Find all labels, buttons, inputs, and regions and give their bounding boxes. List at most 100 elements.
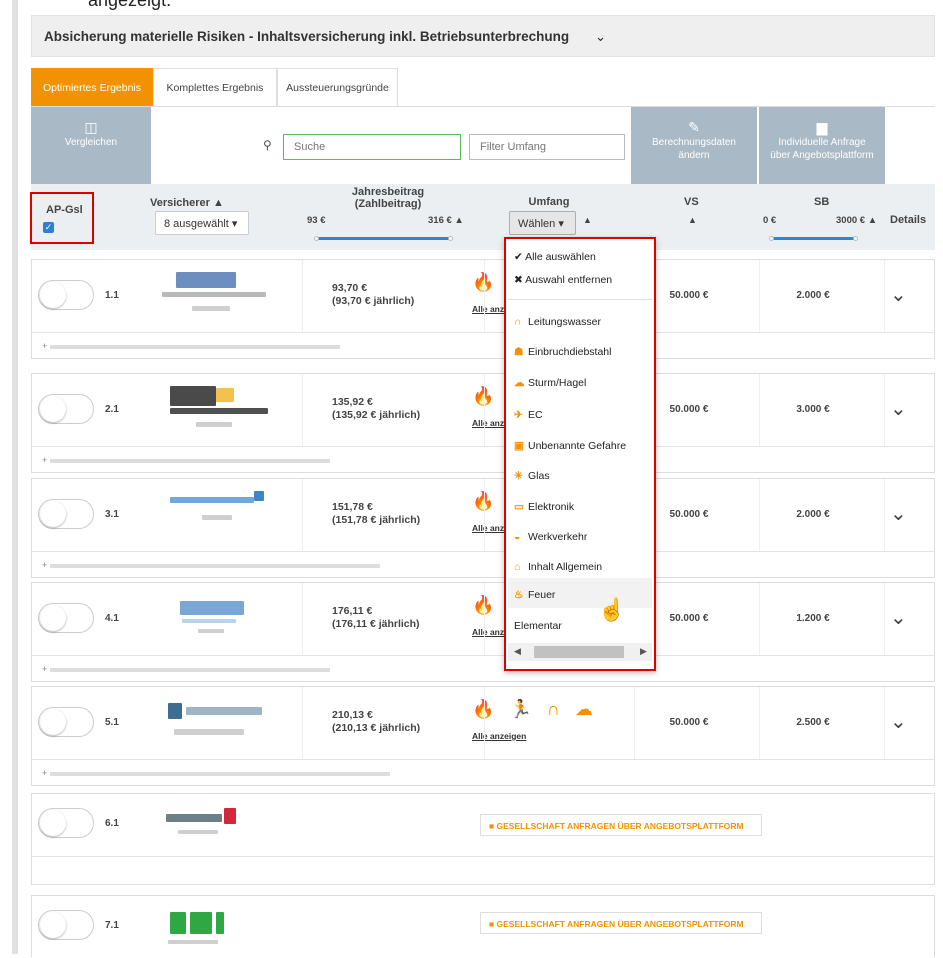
insurer-logo-blurred [162,800,272,856]
result-row: 1.1 93,70 € (93,70 € jährlich) 🔥 Alle an… [31,259,935,359]
select-all-option[interactable]: ✔ Alle auswählen [514,251,596,263]
result-row: 6.1 ■ GESELLSCHAFT ANFRAGEN ÜBER ANGEBOT… [31,793,935,885]
dropdown-horizontal-scrollbar[interactable]: ◀ ▶ [508,643,652,661]
result-row: 7.1 ■ GESELLSCHAFT ANFRAGEN ÜBER ANGEBOT… [31,895,935,958]
result-rank: 3.1 [105,509,119,520]
burglar-icon: ☗ [514,346,524,358]
storm-icon: ☁ [514,377,525,389]
unnamed-danger-icon: ▣ [514,440,524,452]
intro-text-fragment: angezeigt. [88,0,172,10]
individual-request-button[interactable]: ▆ Individuelle Anfrage über Angebotsplat… [759,107,885,184]
umfang-select[interactable]: Wählen ▾ [509,211,576,235]
result-rank: 2.1 [105,404,119,415]
option-unbenannte-gefahren[interactable]: ▣ Unbenannte Gefahre [514,440,626,452]
left-border-bar [12,0,18,954]
umfang-dropdown-menu: ✔ Alle auswählen ✖ Auswahl entfernen ∩ Le… [504,237,656,671]
faucet-icon: ∩ [514,316,522,328]
option-ec[interactable]: ✈ EC [514,409,543,421]
filter-umfang-input[interactable] [469,134,625,160]
result-row: 4.1 176,11 € (176,11 € jährlich) 🔥 Alle … [31,582,935,682]
option-inhalt-allgemein[interactable]: ⌂ Inhalt Allgemein [514,561,602,573]
details-chevron-icon[interactable]: ⌄ [890,709,907,734]
result-toggle[interactable] [38,808,94,838]
scroll-left-icon[interactable]: ◀ [514,646,521,657]
option-elementar[interactable]: Elementar [514,620,562,632]
panel-header[interactable]: Absicherung materielle Risiken - Inhalts… [31,15,935,57]
compare-button[interactable]: ◫ Vergleichen [31,107,151,184]
search-input[interactable] [283,134,461,160]
edit-calculation-button[interactable]: ✎ Berechnungsdaten ändern [631,107,757,184]
versicherer-select[interactable]: 8 ausgewählt ▾ [155,211,249,235]
insurer-logo-blurred [162,589,272,645]
tab-aussteuerungsgruende[interactable]: Aussteuerungsgründe [277,68,398,106]
vs-sort-arrow[interactable]: ▲ [688,215,697,225]
option-sturm-hagel[interactable]: ☁ Sturm/Hagel [514,377,586,389]
result-toggle[interactable] [38,394,94,424]
scrollbar-thumb[interactable] [534,646,624,658]
sb-max[interactable]: 3000 € ▲ [836,215,877,226]
tab-komplettes-ergebnis[interactable]: Komplettes Ergebnis [153,68,277,106]
insurer-logo-blurred [162,693,272,749]
coverage-icons: 🔥 🏃 ∩ ☁ [472,699,593,720]
insurer-logo-blurred [162,485,272,541]
option-feuer[interactable]: ♨ Feuer [514,589,555,601]
close-icon: ✖ [514,274,523,286]
vs-value: 50.000 € [669,717,709,728]
price: 151,78 € (151,78 € jährlich) [332,501,421,526]
price: 135,92 € (135,92 € jährlich) [332,396,421,421]
jahresbeitrag-slider-max-handle[interactable] [448,236,453,241]
electronics-icon: ▭ [514,501,524,513]
result-subline-blurred: + [32,655,934,681]
details-header: Details [890,214,927,226]
result-toggle[interactable] [38,707,94,737]
result-toggle[interactable] [38,280,94,310]
request-company-link[interactable]: ■ GESELLSCHAFT ANFRAGEN ÜBER ANGEBOTSPLA… [480,912,762,934]
sb-slider-min-handle[interactable] [769,236,774,241]
option-leitungswasser[interactable]: ∩ Leitungswasser [514,316,601,328]
result-toggle[interactable] [38,910,94,940]
option-elektronik[interactable]: ▭ Elektronik [514,501,574,513]
jahresbeitrag-max[interactable]: 316 € ▲ [428,215,464,226]
fire-icon: ♨ [514,589,524,601]
insurer-logo-blurred [162,380,272,436]
chevron-down-icon[interactable]: ⌄ [595,29,606,45]
truck-icon: ■ [489,919,495,929]
result-toggle[interactable] [38,499,94,529]
details-chevron-icon[interactable]: ⌄ [890,396,907,421]
show-all-link[interactable]: Alle anzeigen [472,731,526,741]
jahresbeitrag-min: 93 € [307,215,326,226]
result-subline-blurred: + [32,332,934,358]
details-chevron-icon[interactable]: ⌄ [890,501,907,526]
sb-value: 3.000 € [796,404,830,415]
result-toggle[interactable] [38,603,94,633]
jahresbeitrag-header[interactable]: Jahresbeitrag (Zahlbeitrag) [343,186,433,210]
result-rank: 5.1 [105,717,119,728]
result-rank: 4.1 [105,613,119,624]
sb-header: SB [814,196,830,208]
truck-icon: ■ [489,821,495,831]
result-subline-blurred: + [32,446,934,472]
ap-gsl-highlight [30,192,94,244]
details-chevron-icon[interactable]: ⌄ [890,282,907,307]
check-icon: ✔ [514,251,523,263]
tab-optimiertes-ergebnis[interactable]: Optimiertes Ergebnis [31,68,153,106]
price: 176,11 € (176,11 € jährlich) [332,605,420,630]
option-werkverkehr[interactable]: ◒ Werkverkehr [514,531,587,543]
versicherer-header[interactable]: Versicherer ▲ [150,197,224,209]
sb-slider[interactable] [772,237,856,240]
scroll-right-icon[interactable]: ▶ [640,646,647,657]
search-icon: ⚲ [263,138,272,152]
request-company-link[interactable]: ■ GESELLSCHAFT ANFRAGEN ÜBER ANGEBOTSPLA… [480,814,762,836]
sb-slider-max-handle[interactable] [853,236,858,241]
jahresbeitrag-slider[interactable] [317,237,451,240]
jahresbeitrag-slider-min-handle[interactable] [314,236,319,241]
option-glas[interactable]: ✳ Glas [514,470,550,482]
vs-header: VS [684,196,699,208]
sb-value: 2.500 € [796,717,830,728]
details-chevron-icon[interactable]: ⌄ [890,605,907,630]
umfang-sort-arrow[interactable]: ▲ [583,215,592,225]
result-row: 2.1 135,92 € (135,92 € jährlich) 🔥 Alle … [31,373,935,473]
remove-selection-option[interactable]: ✖ Auswahl entfernen [514,274,612,286]
result-subline-blurred: + [32,551,934,577]
option-einbruchdiebstahl[interactable]: ☗ Einbruchdiebstahl [514,346,611,358]
